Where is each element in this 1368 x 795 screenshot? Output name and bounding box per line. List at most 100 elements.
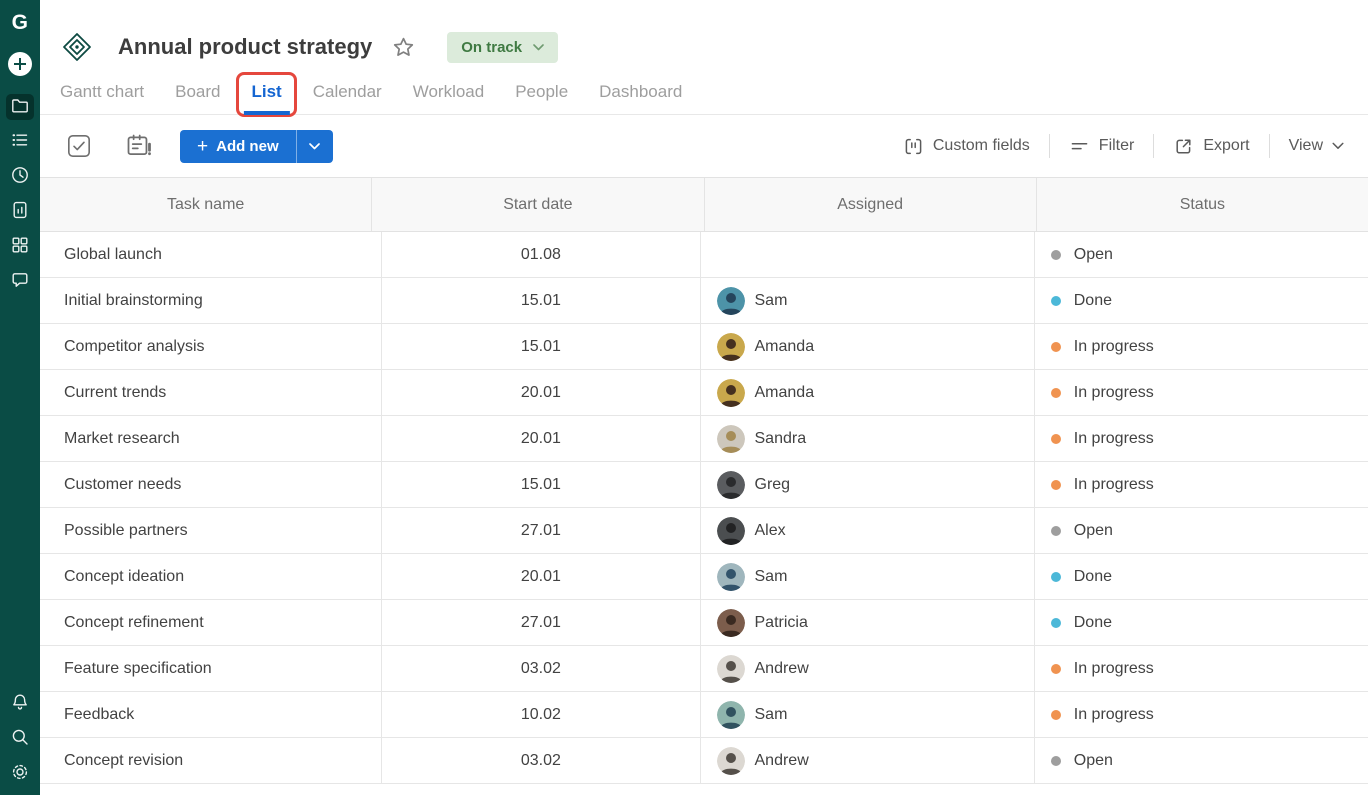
tab-people[interactable]: People [515, 70, 568, 114]
add-new-button[interactable]: + Add new [180, 130, 296, 163]
status-cell[interactable]: Done [1035, 554, 1368, 599]
star-icon[interactable] [392, 36, 415, 59]
tab-workload[interactable]: Workload [413, 70, 485, 114]
start-date-cell[interactable]: 03.02 [382, 646, 701, 691]
sidebar-item-projects[interactable] [6, 94, 34, 120]
table-row[interactable]: Current trends 20.01 Amanda In progress [40, 370, 1368, 416]
tab-calendar[interactable]: Calendar [313, 70, 382, 114]
task-name-cell[interactable]: Concept revision [40, 738, 383, 783]
assignee-cell[interactable]: Amanda [701, 324, 1035, 369]
column-header-task-name[interactable]: Task name [40, 178, 373, 231]
table-row[interactable]: Feedback 10.02 Sam In progress [40, 692, 1368, 738]
sidebar-item-portfolio[interactable] [6, 234, 34, 260]
tab-gantt-chart[interactable]: Gantt chart [60, 70, 144, 114]
status-cell[interactable]: In progress [1035, 324, 1368, 369]
app-window: G Annual product strategy On track Gantt… [0, 0, 1368, 795]
assignee-cell[interactable]: Sam [701, 692, 1035, 737]
custom-fields-button[interactable]: Custom fields [901, 136, 1032, 157]
start-date-cell[interactable]: 15.01 [382, 324, 701, 369]
table-row[interactable]: Possible partners 27.01 Alex Open [40, 508, 1368, 554]
assignee-cell[interactable]: Alex [701, 508, 1035, 553]
assignee-cell[interactable]: Andrew [701, 738, 1035, 783]
column-header-assigned[interactable]: Assigned [705, 178, 1037, 231]
filter-button[interactable]: Filter [1067, 136, 1137, 157]
status-cell[interactable]: Open [1035, 738, 1368, 783]
start-date-cell[interactable]: 10.02 [382, 692, 701, 737]
assignee-cell[interactable]: Sam [701, 554, 1035, 599]
start-date-cell[interactable]: 20.01 [382, 370, 701, 415]
gear-icon [10, 762, 30, 787]
select-tasks-checkbox-icon[interactable] [66, 133, 92, 159]
sidebar-item-comments[interactable] [6, 269, 34, 295]
sidebar-item-task-list[interactable] [6, 129, 34, 155]
table-row[interactable]: Competitor analysis 15.01 Amanda In prog… [40, 324, 1368, 370]
start-date-cell[interactable]: 01.08 [382, 232, 701, 277]
task-name-cell[interactable]: Feedback [40, 692, 383, 737]
tab-board[interactable]: Board [175, 70, 220, 114]
assignee-cell[interactable]: Greg [701, 462, 1035, 507]
status-cell[interactable]: In progress [1035, 646, 1368, 691]
status-cell[interactable]: Done [1035, 278, 1368, 323]
avatar [716, 562, 745, 591]
table-row[interactable]: Global launch 01.08 Open [40, 232, 1368, 278]
status-cell[interactable]: In progress [1035, 370, 1368, 415]
task-name-cell[interactable]: Current trends [40, 370, 383, 415]
table-row[interactable]: Market research 20.01 Sandra In progress [40, 416, 1368, 462]
column-header-status[interactable]: Status [1037, 178, 1368, 231]
sidebar-nav [6, 94, 34, 295]
add-new-dropdown-button[interactable] [295, 129, 333, 163]
sidebar-item-notifications[interactable] [6, 691, 34, 717]
tab-list[interactable]: List [236, 70, 297, 117]
table-row[interactable]: Concept refinement 27.01 Patricia Done [40, 600, 1368, 646]
add-project-button[interactable] [8, 52, 32, 76]
status-cell[interactable]: Done [1035, 600, 1368, 645]
column-header-start-date[interactable]: Start date [372, 178, 705, 231]
start-date-cell[interactable]: 03.02 [382, 738, 701, 783]
view-button[interactable]: View [1287, 137, 1346, 155]
start-date-cell[interactable]: 27.01 [382, 600, 701, 645]
table-row[interactable]: Feature specification 03.02 Andrew In pr… [40, 646, 1368, 692]
status-label: In progress [1073, 337, 1154, 355]
status-cell[interactable]: In progress [1035, 692, 1368, 737]
table-row[interactable]: Initial brainstorming 15.01 Sam Done [40, 278, 1368, 324]
assignee-cell[interactable] [701, 232, 1035, 277]
start-date-cell[interactable]: 20.01 [382, 416, 701, 461]
export-button[interactable]: Export [1171, 136, 1251, 157]
status-cell[interactable]: In progress [1035, 462, 1368, 507]
task-name-cell[interactable]: Customer needs [40, 462, 383, 507]
task-details-alert-icon[interactable] [125, 133, 153, 159]
sidebar-item-settings[interactable] [6, 761, 34, 787]
task-name-cell[interactable]: Feature specification [40, 646, 383, 691]
sidebar-item-history[interactable] [6, 164, 34, 190]
task-name-cell[interactable]: Initial brainstorming [40, 278, 383, 323]
table-row[interactable]: Concept ideation 20.01 Sam Done [40, 554, 1368, 600]
start-date-cell[interactable]: 20.01 [382, 554, 701, 599]
sidebar-item-reports[interactable] [6, 199, 34, 225]
assignee-cell[interactable]: Andrew [701, 646, 1035, 691]
sidebar-item-search[interactable] [6, 726, 34, 752]
table-row[interactable]: Concept revision 03.02 Andrew Open [40, 738, 1368, 784]
start-date-cell[interactable]: 15.01 [382, 462, 701, 507]
start-date: 20.01 [520, 567, 561, 585]
table-row[interactable]: Customer needs 15.01 Greg In progress [40, 462, 1368, 508]
status-cell[interactable]: Open [1035, 508, 1368, 553]
task-name-cell[interactable]: Concept refinement [40, 600, 383, 645]
add-new-label: Add new [216, 137, 279, 155]
tab-dashboard[interactable]: Dashboard [599, 70, 682, 114]
start-date-cell[interactable]: 15.01 [382, 278, 701, 323]
assignee-cell[interactable]: Sam [701, 278, 1035, 323]
task-name-cell[interactable]: Global launch [40, 232, 383, 277]
task-name-cell[interactable]: Market research [40, 416, 383, 461]
chevron-down-icon [1332, 142, 1344, 149]
assignee-cell[interactable]: Patricia [701, 600, 1035, 645]
status-cell[interactable]: In progress [1035, 416, 1368, 461]
task-name-cell[interactable]: Possible partners [40, 508, 383, 553]
app-logo[interactable]: G [12, 8, 29, 38]
status-badge[interactable]: On track [447, 31, 559, 63]
assignee-cell[interactable]: Sandra [701, 416, 1035, 461]
status-cell[interactable]: Open [1035, 232, 1368, 277]
task-name-cell[interactable]: Competitor analysis [40, 324, 383, 369]
task-name-cell[interactable]: Concept ideation [40, 554, 383, 599]
assignee-cell[interactable]: Amanda [701, 370, 1035, 415]
start-date-cell[interactable]: 27.01 [382, 508, 701, 553]
